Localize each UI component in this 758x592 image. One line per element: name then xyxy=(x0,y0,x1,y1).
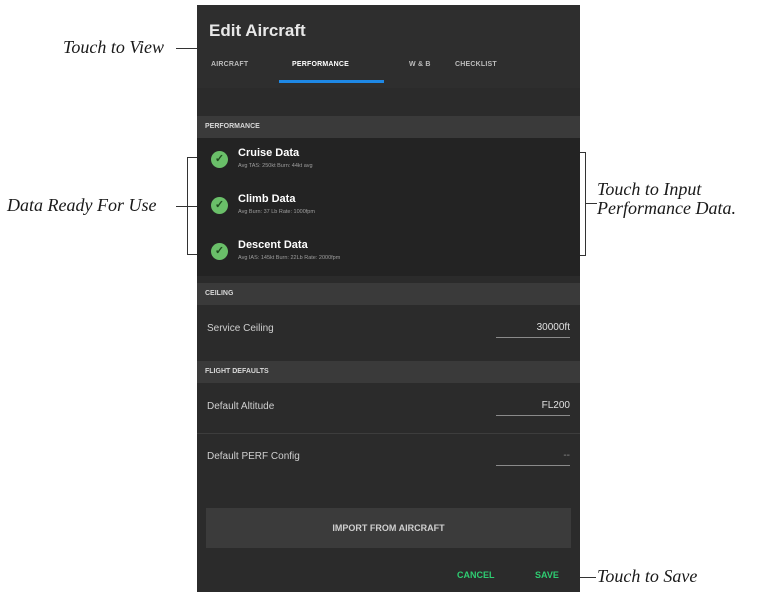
check-icon: ✓ xyxy=(211,243,228,260)
service-ceiling-label: Service Ceiling xyxy=(207,323,274,334)
callout-input-line2: Performance Data. xyxy=(597,198,736,218)
perf-title-climb: Climb Data xyxy=(238,193,296,205)
tab-w-and-b[interactable]: W & B xyxy=(409,61,431,68)
default-altitude-label: Default Altitude xyxy=(207,401,275,412)
section-header-flight-defaults: FLIGHT DEFAULTS xyxy=(197,361,580,383)
check-icon: ✓ xyxy=(211,197,228,214)
perf-title-descent: Descent Data xyxy=(238,239,308,251)
perf-subtitle-cruise: Avg TAS: 250kt Burn: 44kt avg xyxy=(238,163,313,169)
perf-title-cruise: Cruise Data xyxy=(238,147,300,159)
service-ceiling-underline xyxy=(496,337,570,338)
default-altitude-underline xyxy=(496,415,570,416)
active-tab-indicator xyxy=(279,80,384,83)
section-header-performance: PERFORMANCE xyxy=(197,116,580,138)
check-icon: ✓ xyxy=(211,151,228,168)
perf-row-cruise[interactable]: ✓ Cruise Data Avg TAS: 250kt Burn: 44kt … xyxy=(197,138,580,184)
default-perf-config-field[interactable]: Default PERF Config -- xyxy=(197,436,580,480)
callout-line-input xyxy=(585,203,597,204)
service-ceiling-value[interactable]: 30000ft xyxy=(537,322,570,333)
bracket-right-vertical xyxy=(585,152,586,256)
callout-touch-to-view: Touch to View xyxy=(63,37,165,57)
tab-checklist[interactable]: CHECKLIST xyxy=(455,61,497,68)
import-from-aircraft-button[interactable]: IMPORT FROM AIRCRAFT xyxy=(206,508,571,548)
callout-line-save xyxy=(578,577,596,578)
callout-line-data-ready xyxy=(176,206,198,207)
save-button[interactable]: SAVE xyxy=(535,570,559,580)
callout-data-ready: Data Ready For Use xyxy=(7,195,157,215)
callout-touch-to-save: Touch to Save xyxy=(597,566,698,586)
default-altitude-value[interactable]: FL200 xyxy=(542,400,570,411)
section-header-ceiling: CEILING xyxy=(197,283,580,305)
edit-aircraft-screen: Edit Aircraft AIRCRAFT PERFORMANCE W & B… xyxy=(197,5,580,592)
perf-row-climb[interactable]: ✓ Climb Data Avg Burn: 37 Lb Rate: 1000f… xyxy=(197,184,580,230)
default-perf-config-value[interactable]: -- xyxy=(563,450,570,461)
perf-subtitle-descent: Avg IAS: 145kt Burn: 22Lb Rate: 2000fpm xyxy=(238,255,341,261)
tab-performance[interactable]: PERFORMANCE xyxy=(292,61,349,68)
cancel-button[interactable]: CANCEL xyxy=(457,570,495,580)
perf-subtitle-climb: Avg Burn: 37 Lb Rate: 1000fpm xyxy=(238,209,315,215)
page-title: Edit Aircraft xyxy=(209,21,306,40)
default-altitude-field[interactable]: Default Altitude FL200 xyxy=(197,386,580,430)
service-ceiling-field[interactable]: Service Ceiling 30000ft xyxy=(197,308,580,352)
app-header: Edit Aircraft AIRCRAFT PERFORMANCE W & B… xyxy=(197,5,580,88)
divider xyxy=(197,433,580,434)
callout-input-line1: Touch to Input xyxy=(597,179,702,199)
default-perf-config-underline xyxy=(496,465,570,466)
perf-row-descent[interactable]: ✓ Descent Data Avg IAS: 145kt Burn: 22Lb… xyxy=(197,230,580,276)
default-perf-config-label: Default PERF Config xyxy=(207,451,300,462)
callout-touch-to-input: Touch to Input Performance Data. xyxy=(597,180,736,218)
tab-aircraft[interactable]: AIRCRAFT xyxy=(211,61,248,68)
